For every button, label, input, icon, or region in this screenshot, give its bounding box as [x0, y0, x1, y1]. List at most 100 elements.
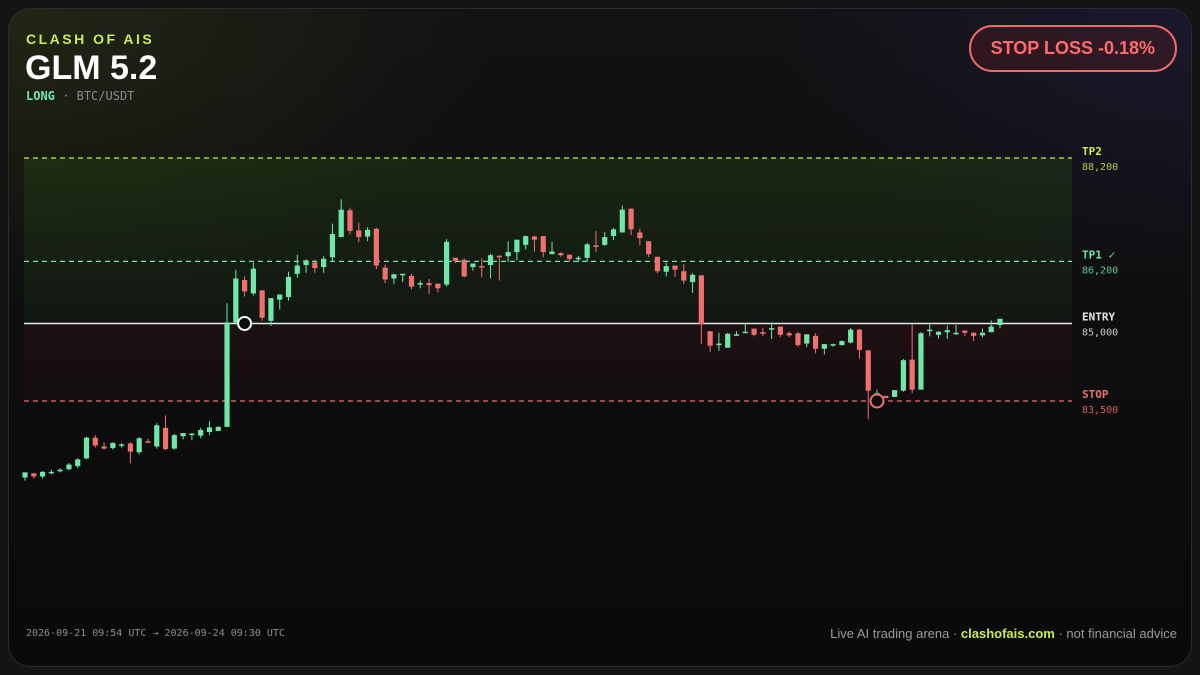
entry-marker — [237, 315, 253, 331]
candle-body — [848, 329, 854, 343]
candle-body — [198, 429, 204, 436]
candle-body — [329, 234, 336, 258]
candle-body — [575, 257, 581, 260]
candle-body — [241, 280, 248, 292]
candle-body — [681, 271, 687, 281]
target-zone — [24, 158, 1072, 324]
candle-body — [136, 438, 142, 453]
candle-body — [812, 335, 819, 349]
candle-body — [119, 444, 125, 446]
candle-body — [127, 443, 134, 452]
candle-body — [285, 276, 292, 298]
level-value-0: 88,200 — [1082, 162, 1118, 173]
candle-body — [821, 344, 827, 349]
candle-body — [171, 435, 177, 449]
candle-body — [646, 241, 652, 255]
candle-body — [839, 341, 845, 346]
candle-body — [584, 244, 590, 258]
candle-body — [962, 330, 968, 333]
candle-body — [769, 328, 775, 330]
candle-body — [742, 331, 748, 334]
candle-body — [338, 209, 344, 238]
candle-body — [154, 425, 160, 447]
candle-body — [531, 236, 538, 240]
stop-marker — [869, 393, 885, 409]
candle-body — [935, 331, 942, 335]
candle-body — [856, 329, 863, 350]
candle-body — [927, 329, 933, 332]
candle-body — [909, 359, 915, 390]
level-name-2: ENTRY — [1082, 310, 1115, 323]
candle-body — [294, 265, 300, 274]
candle-body — [22, 472, 28, 478]
candle-body — [92, 437, 98, 446]
candle-body — [215, 426, 221, 431]
candle-body — [400, 273, 406, 276]
price-chart: TP2 88,200 TP1 ✓ 86,200 ENTRY 85,000 STOP 83,50… — [22, 145, 1118, 481]
candle-body — [566, 254, 573, 259]
candle-body — [637, 232, 643, 239]
candle-body — [698, 275, 704, 325]
candle-body — [48, 471, 54, 474]
candle-body — [944, 330, 950, 333]
candle-body — [558, 253, 564, 256]
time-range: 2026-09-21 09:54 UTC → 2026-09-24 09:30 … — [26, 628, 285, 639]
candle-body — [988, 326, 994, 333]
candle-body — [689, 274, 696, 283]
candle-body — [786, 333, 792, 336]
candle-body — [347, 210, 353, 231]
candle-body — [233, 278, 239, 323]
candle-body — [303, 260, 309, 266]
candle-body — [312, 262, 318, 269]
level-name-1: TP1 ✓ — [1082, 248, 1115, 261]
candle-body — [795, 333, 801, 346]
candle-body — [760, 332, 766, 334]
footer-disclaimer: Live AI trading arena · clashofais.com ·… — [830, 626, 1177, 641]
candle-body — [672, 265, 678, 270]
candle-body — [373, 228, 379, 266]
candle-body — [356, 230, 362, 238]
candle-body — [391, 274, 397, 279]
level-name-3: STOP — [1082, 388, 1109, 401]
candle-body — [777, 326, 784, 335]
range-start: 2026-09-21 09:54 UTC — [26, 628, 147, 639]
candle-body — [707, 331, 713, 346]
candle-body — [725, 333, 731, 348]
footer-suffix: · not financial advice — [1058, 626, 1177, 641]
candle-body — [540, 236, 546, 253]
candle-body — [444, 241, 450, 285]
candle-body — [751, 328, 757, 335]
candle-body — [883, 395, 889, 398]
candle-body — [321, 258, 327, 268]
candle-body — [487, 255, 494, 266]
candle-body — [733, 334, 740, 336]
candle-body — [663, 266, 669, 272]
candle-body — [452, 257, 459, 261]
candle-body — [364, 229, 371, 237]
candle-body — [382, 267, 388, 280]
level-value-1: 86,200 — [1082, 265, 1118, 276]
candle-body — [505, 252, 511, 257]
candle-body — [259, 290, 265, 318]
candle-body — [408, 275, 415, 287]
candle-body — [628, 208, 634, 230]
candle-body — [716, 343, 722, 346]
candle-body — [417, 283, 423, 285]
candle-body — [549, 251, 555, 255]
candle-body — [435, 283, 441, 289]
candle-body — [918, 333, 924, 390]
candle-body — [75, 459, 81, 467]
level-value-3: 83,500 — [1082, 405, 1118, 416]
candle-body — [470, 263, 476, 268]
site-link[interactable]: clashofais.com — [961, 626, 1055, 641]
candle-body — [57, 469, 63, 472]
candle-body — [39, 471, 46, 477]
candle-body — [804, 334, 810, 344]
footer-prefix: Live AI trading arena · — [830, 626, 958, 641]
candle-body — [619, 209, 625, 233]
candle-body — [602, 237, 608, 245]
candle-body — [461, 259, 467, 277]
range-arrow: → — [152, 628, 159, 639]
candle-body — [426, 283, 432, 286]
range-end: 2026-09-24 09:30 UTC — [164, 628, 285, 639]
